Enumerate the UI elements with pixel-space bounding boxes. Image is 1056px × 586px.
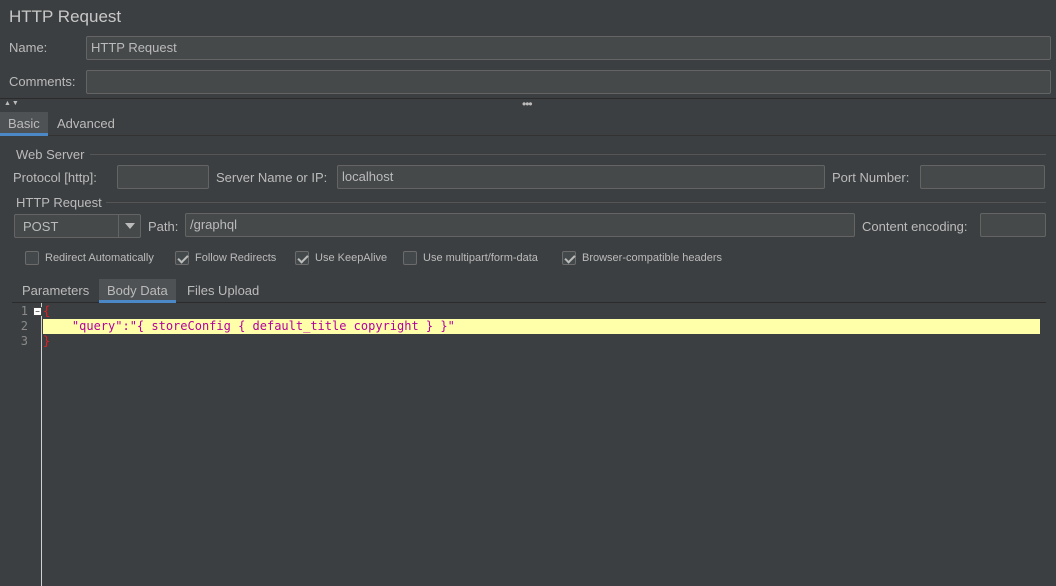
config-tabbar: Basic Advanced [0, 112, 1056, 136]
follow-redirects-checkbox[interactable]: Follow Redirects [175, 251, 276, 265]
comments-field[interactable] [86, 70, 1051, 94]
encoding-field[interactable] [980, 213, 1046, 237]
query-string: "query":"{ storeConfig { default_title c… [71, 319, 455, 333]
protocol-label: Protocol [http]: [13, 170, 97, 185]
redirect-automatically-checkbox[interactable]: Redirect Automatically [25, 251, 154, 265]
browser-compatible-headers-checkbox[interactable]: Browser-compatible headers [562, 251, 722, 265]
tab-body-data[interactable]: Body Data [99, 279, 176, 303]
comments-label: Comments: [9, 74, 76, 89]
fold-collapse-icon[interactable]: − [33, 307, 42, 316]
checkbox-box[interactable] [25, 251, 39, 265]
name-label: Name: [9, 40, 48, 55]
close-brace: } [43, 334, 51, 348]
tab-advanced[interactable]: Advanced [49, 112, 123, 136]
splitter-grip-icon[interactable]: ••• [522, 97, 533, 111]
web-server-section-title: Web Server [16, 147, 85, 162]
port-label: Port Number: [832, 170, 910, 185]
http-request-divider [106, 202, 1046, 203]
checkbox-box[interactable] [295, 251, 309, 265]
protocol-field[interactable] [117, 165, 209, 189]
server-field[interactable]: localhost [337, 165, 825, 189]
body-data-editor[interactable]: 1 2 3 − { "query":"{ storeConfig { defau… [12, 303, 1056, 586]
checkbox-box[interactable] [562, 251, 576, 265]
line-number: 3 [20, 334, 28, 348]
use-multipart-checkbox[interactable]: Use multipart/form-data [403, 251, 538, 265]
code-line-3: } [43, 334, 50, 349]
open-brace: { [43, 304, 51, 318]
tab-files-upload[interactable]: Files Upload [179, 279, 267, 303]
port-field[interactable] [920, 165, 1045, 189]
checkbox-label: Use KeepAlive [315, 252, 388, 264]
web-server-divider [90, 154, 1046, 155]
tab-basic[interactable]: Basic [0, 112, 48, 136]
tab-parameters[interactable]: Parameters [14, 279, 97, 303]
checkbox-label: Use multipart/form-data [423, 252, 538, 264]
http-request-section-title: HTTP Request [16, 195, 102, 210]
method-select[interactable]: POST [14, 214, 141, 238]
encoding-label: Content encoding: [862, 219, 968, 234]
line-number: 1 [20, 304, 28, 318]
checkbox-box[interactable] [403, 251, 417, 265]
splitter-arrows-icon[interactable]: ▲▼ [4, 100, 20, 107]
checkbox-label: Browser-compatible headers [582, 252, 723, 264]
checkbox-label: Redirect Automatically [45, 252, 154, 264]
path-field[interactable]: /graphql [185, 213, 855, 237]
server-label: Server Name or IP: [216, 170, 328, 185]
checkbox-box[interactable] [175, 251, 189, 265]
body-tabbar: Parameters Body Data Files Upload [12, 279, 1046, 303]
code-line-1: { [43, 304, 50, 319]
line-gutter: 1 2 3 − [12, 303, 42, 586]
code-line-2: "query":"{ storeConfig { default_title c… [43, 319, 1040, 334]
line-number: 2 [20, 319, 28, 333]
page-title: HTTP Request [9, 7, 122, 26]
name-field[interactable]: HTTP Request [86, 36, 1051, 60]
method-value: POST [23, 219, 59, 234]
checkbox-label: Follow Redirects [195, 252, 277, 264]
use-keepalive-checkbox[interactable]: Use KeepAlive [295, 251, 387, 265]
chevron-down-icon[interactable] [118, 215, 140, 237]
path-label: Path: [148, 219, 179, 234]
